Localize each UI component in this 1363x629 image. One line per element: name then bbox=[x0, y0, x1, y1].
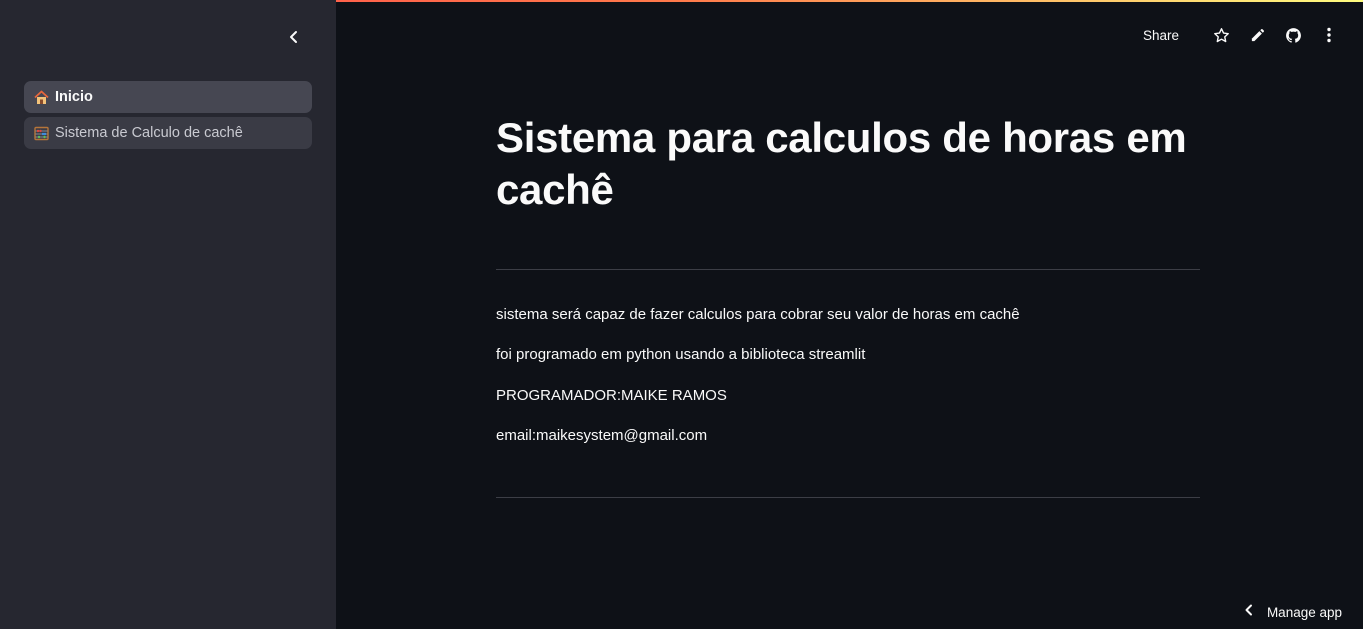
page-title: Sistema para calculos de horas em cachê bbox=[496, 114, 1187, 213]
divider-top bbox=[496, 269, 1200, 270]
more-vertical-icon[interactable] bbox=[1319, 25, 1339, 45]
sidebar-nav: Inicio Sistema de Calculo de cachê bbox=[24, 81, 312, 153]
sidebar-item-inicio[interactable]: Inicio bbox=[24, 81, 312, 113]
chevron-left-icon bbox=[1243, 603, 1255, 621]
sidebar-item-label: Sistema de Calculo de cachê bbox=[55, 125, 243, 141]
email-paragraph: email:maikesystem@gmail.com bbox=[496, 427, 708, 444]
github-icon[interactable] bbox=[1283, 25, 1303, 45]
app-header: Share bbox=[1143, 22, 1339, 48]
house-icon bbox=[34, 90, 49, 105]
abacus-icon bbox=[34, 126, 49, 141]
sidebar-item-sistema-de-calculo[interactable]: Sistema de Calculo de cachê bbox=[24, 117, 312, 149]
share-button[interactable]: Share bbox=[1143, 28, 1179, 43]
sidebar-item-label: Inicio bbox=[55, 89, 93, 105]
collapse-sidebar-button[interactable] bbox=[281, 26, 307, 52]
programmer-paragraph: PROGRAMADOR:MAIKE RAMOS bbox=[496, 387, 727, 404]
pencil-icon[interactable] bbox=[1247, 25, 1267, 45]
manage-app-button[interactable]: Manage app bbox=[1243, 603, 1342, 621]
sidebar: Inicio Sistema de Calculo de cachê bbox=[0, 0, 336, 629]
divider-bottom bbox=[496, 497, 1200, 498]
main-content: Sistema para calculos de horas em cachê … bbox=[496, 112, 1200, 498]
description-paragraph: foi programado em python usando a biblio… bbox=[496, 346, 866, 363]
description-paragraph: sistema será capaz de fazer calculos par… bbox=[496, 306, 1020, 323]
chevron-left-icon bbox=[287, 30, 301, 49]
manage-app-label: Manage app bbox=[1266, 604, 1342, 620]
star-icon[interactable] bbox=[1211, 25, 1231, 45]
